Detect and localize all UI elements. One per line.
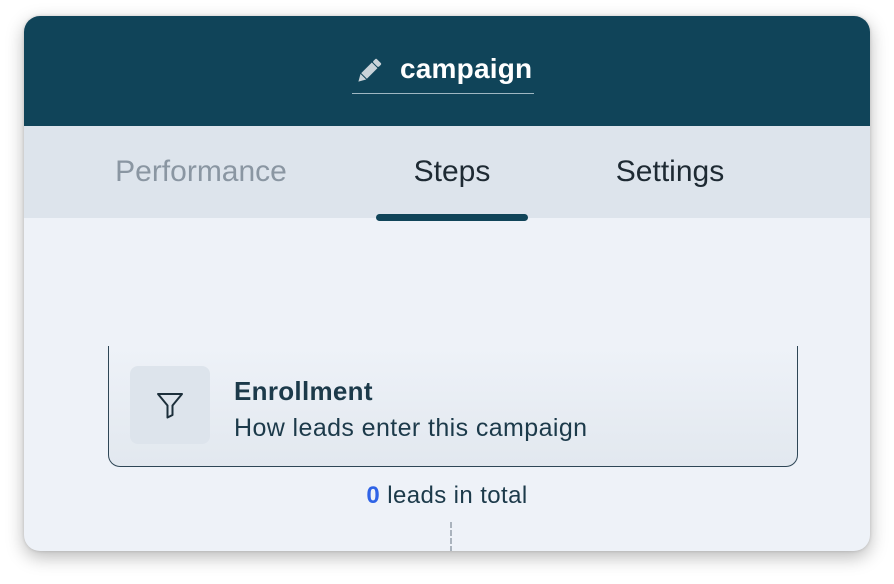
step-connector [450, 522, 452, 551]
tab-performance[interactable]: Performance [104, 126, 298, 218]
active-tab-indicator [376, 214, 528, 221]
funnel-icon [130, 366, 210, 444]
enrollment-step-card[interactable]: Enrollment How leads enter this campaign [108, 346, 798, 467]
tab-steps[interactable]: Steps [376, 126, 528, 218]
enrollment-title: Enrollment [234, 376, 373, 406]
tab-bar: Performance Steps Settings [24, 126, 870, 218]
leads-count: 0 [366, 482, 381, 509]
campaign-header: campaign [24, 16, 870, 126]
leads-total: 0 leads in total [24, 482, 870, 510]
campaign-title[interactable]: campaign [400, 53, 532, 89]
leads-suffix: leads in total [380, 482, 528, 509]
pencil-icon[interactable] [352, 54, 386, 88]
enrollment-subtitle: How leads enter this campaign [234, 414, 588, 442]
tab-settings[interactable]: Settings [596, 126, 744, 218]
campaign-window: campaign Performance Steps Settings Enro… [24, 16, 870, 551]
campaign-title-editor[interactable]: campaign [352, 49, 535, 94]
